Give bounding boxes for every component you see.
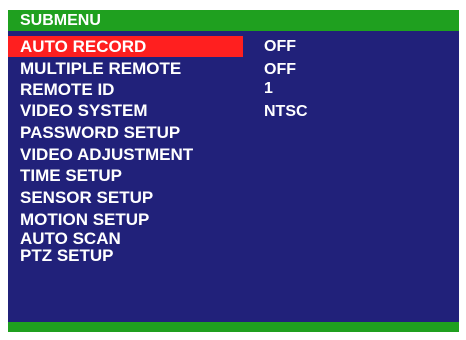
menu-item-label: VIDEO ADJUSTMENT bbox=[20, 145, 194, 164]
menu-item-label: SENSOR SETUP bbox=[20, 188, 154, 207]
menu-title: SUBMENU bbox=[20, 12, 101, 29]
osd-screen: SUBMENU AUTO RECORD OFF MULTIPLE REMOTE … bbox=[0, 0, 466, 340]
menu-item-motion-setup[interactable]: MOTION SETUP bbox=[8, 209, 243, 230]
menu-item-video-system[interactable]: VIDEO SYSTEM bbox=[8, 100, 243, 121]
menu-item-label: MULTIPLE REMOTE bbox=[20, 59, 182, 78]
menu-item-multiple-remote[interactable]: MULTIPLE REMOTE bbox=[8, 58, 243, 79]
title-bar: SUBMENU bbox=[8, 10, 459, 31]
menu-item-remote-id[interactable]: REMOTE ID bbox=[8, 79, 243, 100]
video-system-value[interactable]: NTSC bbox=[264, 103, 308, 121]
menu-item-ptz-setup[interactable]: PTZ SETUP bbox=[8, 245, 243, 266]
menu-item-time-setup[interactable]: TIME SETUP bbox=[8, 165, 243, 186]
menu-item-auto-record[interactable]: AUTO RECORD bbox=[8, 36, 243, 57]
remote-id-value[interactable]: 1 bbox=[264, 80, 273, 98]
menu-item-label: REMOTE ID bbox=[20, 80, 115, 99]
menu-item-label: PASSWORD SETUP bbox=[20, 123, 181, 142]
menu-item-label: AUTO RECORD bbox=[20, 37, 147, 56]
menu-item-label: TIME SETUP bbox=[20, 166, 123, 185]
menu-item-label: MOTION SETUP bbox=[20, 210, 150, 229]
bottom-bar bbox=[8, 322, 459, 332]
auto-record-value[interactable]: OFF bbox=[264, 38, 296, 56]
menu-item-video-adjustment[interactable]: VIDEO ADJUSTMENT bbox=[8, 144, 243, 165]
menu-item-label: PTZ SETUP bbox=[20, 246, 114, 265]
multiple-remote-value[interactable]: OFF bbox=[264, 61, 296, 79]
menu-item-password-setup[interactable]: PASSWORD SETUP bbox=[8, 122, 243, 143]
menu-item-sensor-setup[interactable]: SENSOR SETUP bbox=[8, 187, 243, 208]
menu-item-label: VIDEO SYSTEM bbox=[20, 101, 148, 120]
submenu-panel: SUBMENU AUTO RECORD OFF MULTIPLE REMOTE … bbox=[8, 10, 459, 332]
